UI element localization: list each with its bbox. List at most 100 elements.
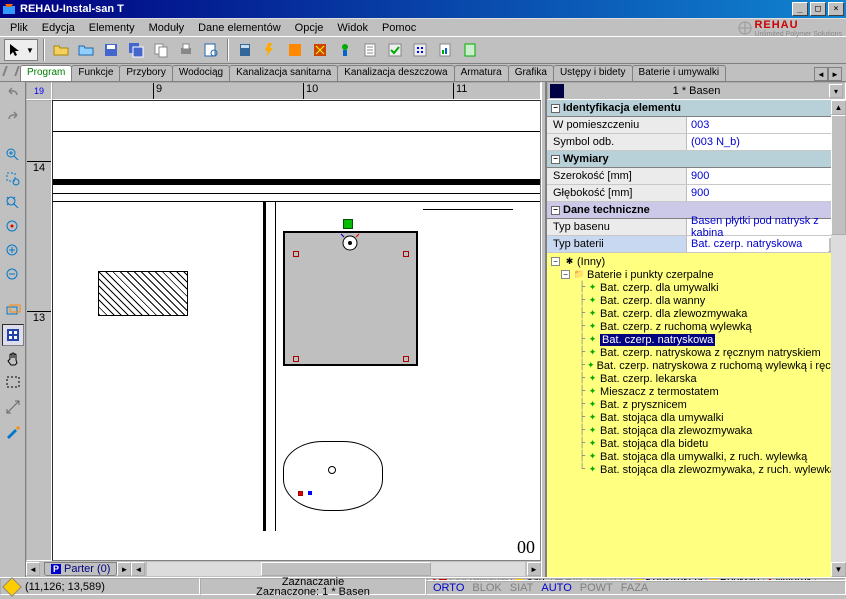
vtool-measure[interactable] xyxy=(2,396,24,418)
module2-button[interactable] xyxy=(309,39,331,61)
vtool-select-rect[interactable] xyxy=(2,372,24,394)
vscroll-down[interactable]: ▼ xyxy=(831,562,846,577)
mode-auto[interactable]: AUTO xyxy=(541,582,571,594)
tab-armatura[interactable]: Armatura xyxy=(454,65,509,81)
tree-item[interactable]: ├✦Bat. czerp. lekarska xyxy=(547,372,846,385)
menu-modules[interactable]: Moduły xyxy=(143,21,190,35)
mode-powt[interactable]: POWT xyxy=(580,582,613,594)
prop-depth-value[interactable]: 900 xyxy=(687,185,846,201)
export-button[interactable] xyxy=(459,39,481,61)
menu-options[interactable]: Opcje xyxy=(289,21,330,35)
tab-kan-san[interactable]: Kanalizacja sanitarna xyxy=(229,65,338,81)
mode-orto[interactable]: ORTO xyxy=(433,582,464,594)
floor-prev-button[interactable]: ◄ xyxy=(26,562,40,576)
tabs-scroll-right[interactable]: ► xyxy=(828,67,842,81)
prop-battery-type-dropdown[interactable]: Bat. czerp. natryskowa xyxy=(687,236,846,252)
vtool-layer2[interactable] xyxy=(2,324,24,346)
drawing-canvas[interactable]: 00 xyxy=(52,100,541,561)
minimize-button[interactable]: _ xyxy=(792,2,808,16)
tab-program[interactable]: Program xyxy=(20,65,72,81)
battery-type-tree[interactable]: −✱(Inny) −📁Baterie i punkty czerpalne ├✦… xyxy=(547,253,846,577)
tree-item[interactable]: ├✦Bat. czerp. dla zlewozmywaka xyxy=(547,307,846,320)
tree-item[interactable]: ├✦Bat. stojąca dla umywalki, z ruch. wyl… xyxy=(547,450,846,463)
calc-button[interactable] xyxy=(234,39,256,61)
vscroll-up[interactable]: ▲ xyxy=(831,100,846,115)
tree-item[interactable]: ├✦Bat. czerp. natryskowa z ręcznym natry… xyxy=(547,346,846,359)
floor-tab[interactable]: PParter (0) xyxy=(44,562,117,576)
tree-item[interactable]: └✦Bat. stojąca dla zlewozmywaka, z ruch.… xyxy=(547,463,846,476)
module1-button[interactable] xyxy=(284,39,306,61)
config-button[interactable] xyxy=(409,39,431,61)
tree-item[interactable]: −✱(Inny) xyxy=(547,255,846,268)
tab-grafika[interactable]: Grafika xyxy=(508,65,554,81)
print-button[interactable] xyxy=(175,39,197,61)
tree-item[interactable]: ├✦Bat. z prysznicem xyxy=(547,398,846,411)
properties-close-button[interactable]: ▾ xyxy=(829,84,843,98)
tab-baterie[interactable]: Baterie i umywalki xyxy=(632,65,727,81)
washbasin[interactable] xyxy=(283,441,383,511)
report-button[interactable] xyxy=(434,39,456,61)
tree-item[interactable]: ├✦Bat. czerp. dla umywalki xyxy=(547,281,846,294)
vtool-layer1[interactable] xyxy=(2,300,24,322)
hscroll-right[interactable]: ► xyxy=(527,562,541,576)
tab-przybory[interactable]: Przybory xyxy=(119,65,172,81)
floor-next-button[interactable]: ► xyxy=(117,562,131,576)
vtool-draw[interactable] xyxy=(2,420,24,442)
properties-pin-icon[interactable] xyxy=(550,84,564,98)
hscroll-left[interactable]: ◄ xyxy=(131,562,145,576)
section-identification[interactable]: −Identyfikacja elementu xyxy=(547,100,846,117)
tabs-scroll-left[interactable]: ◄ xyxy=(814,67,828,81)
list-button[interactable] xyxy=(359,39,381,61)
prop-width-value[interactable]: 900 xyxy=(687,168,846,184)
section-dimensions[interactable]: −Wymiary xyxy=(547,151,846,168)
tree-item[interactable]: ├✦Bat. czerp. z ruchomą wylewką xyxy=(547,320,846,333)
system-button[interactable] xyxy=(334,39,356,61)
vtool-pan[interactable] xyxy=(2,348,24,370)
menu-file[interactable]: Plik xyxy=(4,21,34,35)
tab-kan-desz[interactable]: Kanalizacja deszczowa xyxy=(337,65,454,81)
mode-faza[interactable]: FAZA xyxy=(621,582,649,594)
vtool-zoom-fit[interactable] xyxy=(2,192,24,214)
tree-item[interactable]: ├✦Bat. stojąca dla zlewozmywaka xyxy=(547,424,846,437)
save-button[interactable] xyxy=(100,39,122,61)
check-button[interactable] xyxy=(384,39,406,61)
tree-item[interactable]: ├✦Bat. czerp. natryskowa z ruchomą wylew… xyxy=(547,359,846,372)
properties-vscrollbar[interactable]: ▲ ▼ xyxy=(831,100,846,577)
tab-ustepy[interactable]: Ustępy i bidety xyxy=(553,65,633,81)
hscrollbar[interactable] xyxy=(147,562,525,576)
vtool-zoom-plus[interactable] xyxy=(2,240,24,262)
tree-item[interactable]: ├✦Bat. stojąca dla bidetu xyxy=(547,437,846,450)
vtool-undo[interactable] xyxy=(2,84,24,106)
prop-symbol-value[interactable]: (003 N_b) xyxy=(687,134,846,150)
mode-blok[interactable]: BLOK xyxy=(472,582,501,594)
tree-item[interactable]: ├✦Bat. czerp. dla wanny xyxy=(547,294,846,307)
menu-help[interactable]: Pomoc xyxy=(376,21,422,35)
menu-element-data[interactable]: Dane elementów xyxy=(192,21,287,35)
bolt-button[interactable] xyxy=(259,39,281,61)
vtool-zoom-area[interactable] xyxy=(2,168,24,190)
open2-button[interactable] xyxy=(75,39,97,61)
print-preview-button[interactable] xyxy=(200,39,222,61)
vtool-zoom-100[interactable] xyxy=(2,216,24,238)
open-button[interactable] xyxy=(50,39,72,61)
tree-item[interactable]: −📁Baterie i punkty czerpalne xyxy=(547,268,846,281)
copy-button[interactable] xyxy=(150,39,172,61)
cursor-tool-button[interactable]: ▼ xyxy=(4,39,38,61)
tab-wodociag[interactable]: Wodociąg xyxy=(172,65,230,81)
mode-siat[interactable]: SIAT xyxy=(510,582,534,594)
menu-view[interactable]: Widok xyxy=(331,21,374,35)
vtool-redo[interactable] xyxy=(2,108,24,130)
tab-funkcje[interactable]: Funkcje xyxy=(71,65,120,81)
menu-elements[interactable]: Elementy xyxy=(83,21,141,35)
vtool-zoom-in[interactable] xyxy=(2,144,24,166)
prop-room-value[interactable]: 003 xyxy=(687,117,846,133)
tree-item[interactable]: ├✦Bat. stojąca dla umywalki xyxy=(547,411,846,424)
tree-item[interactable]: ├✦Mieszacz z termostatem xyxy=(547,385,846,398)
menu-edit[interactable]: Edycja xyxy=(36,21,81,35)
prop-basin-type-value[interactable]: Basen płytki pod natrysk z kabiną xyxy=(687,219,846,235)
tree-item-selected[interactable]: ├✦Bat. czerp. natryskowa xyxy=(547,333,846,346)
save-all-button[interactable] xyxy=(125,39,147,61)
maximize-button[interactable]: □ xyxy=(810,2,826,16)
close-button[interactable]: × xyxy=(828,2,844,16)
vtool-zoom-minus[interactable] xyxy=(2,264,24,286)
